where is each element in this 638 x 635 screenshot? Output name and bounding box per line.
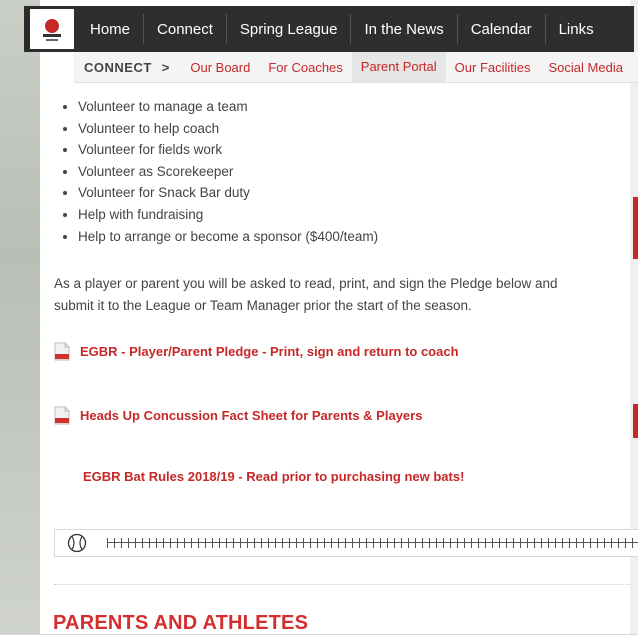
sub-navigation: CONNECT > Our Board For Coaches Parent P… xyxy=(74,52,638,83)
subnav-parent-portal[interactable]: Parent Portal xyxy=(351,52,446,82)
nav-home[interactable]: Home xyxy=(74,21,143,38)
nav-calendar[interactable]: Calendar xyxy=(458,21,545,38)
list-item: Volunteer as Scorekeeper xyxy=(78,161,378,183)
volunteer-list: Volunteer to manage a team Volunteer to … xyxy=(60,96,378,247)
nav-spring-league[interactable]: Spring League xyxy=(227,21,351,38)
baseball-divider xyxy=(54,529,638,557)
baseball-icon xyxy=(67,533,87,553)
pledge-document-link[interactable]: EGBR - Player/Parent Pledge - Print, sig… xyxy=(54,342,459,361)
subnav-heading: CONNECT xyxy=(84,59,152,75)
pdf-icon xyxy=(54,406,70,425)
pledge-paragraph: As a player or parent you will be asked … xyxy=(54,276,558,313)
subnav-our-board[interactable]: Our Board xyxy=(181,60,259,75)
concussion-link-text[interactable]: Heads Up Concussion Fact Sheet for Paren… xyxy=(80,408,422,423)
top-navigation: Home Connect Spring League In the News C… xyxy=(24,6,634,52)
list-item: Volunteer for fields work xyxy=(78,139,378,161)
list-item: Help with fundraising xyxy=(78,204,378,226)
nav-links[interactable]: Links xyxy=(546,21,607,38)
list-item: Volunteer to help coach xyxy=(78,118,378,140)
nav-connect[interactable]: Connect xyxy=(144,21,226,38)
bat-rules-link[interactable]: EGBR Bat Rules 2018/19 - Read prior to p… xyxy=(83,469,464,484)
stitch-line xyxy=(107,538,638,548)
list-item: Volunteer for Snack Bar duty xyxy=(78,182,378,204)
pdf-icon xyxy=(54,342,70,361)
dotted-divider xyxy=(54,584,630,585)
background-photo-left xyxy=(0,0,40,634)
pledge-link-text[interactable]: EGBR - Player/Parent Pledge - Print, sig… xyxy=(80,344,459,359)
side-tab xyxy=(633,404,638,438)
list-item: Volunteer to manage a team xyxy=(78,96,378,118)
concussion-document-link[interactable]: Heads Up Concussion Fact Sheet for Paren… xyxy=(54,406,422,425)
section-heading: PARENTS AND ATHLETES xyxy=(53,612,309,634)
side-tab xyxy=(633,197,638,259)
list-item: Help to arrange or become a sponsor ($40… xyxy=(78,226,378,248)
nav-in-the-news[interactable]: In the News xyxy=(351,21,456,38)
league-logo[interactable] xyxy=(30,9,74,49)
subnav-social-media[interactable]: Social Media xyxy=(540,60,632,75)
subnav-our-facilities[interactable]: Our Facilities xyxy=(446,60,540,75)
chevron-right-icon: > xyxy=(161,59,170,75)
subnav-for-coaches[interactable]: For Coaches xyxy=(259,60,351,75)
